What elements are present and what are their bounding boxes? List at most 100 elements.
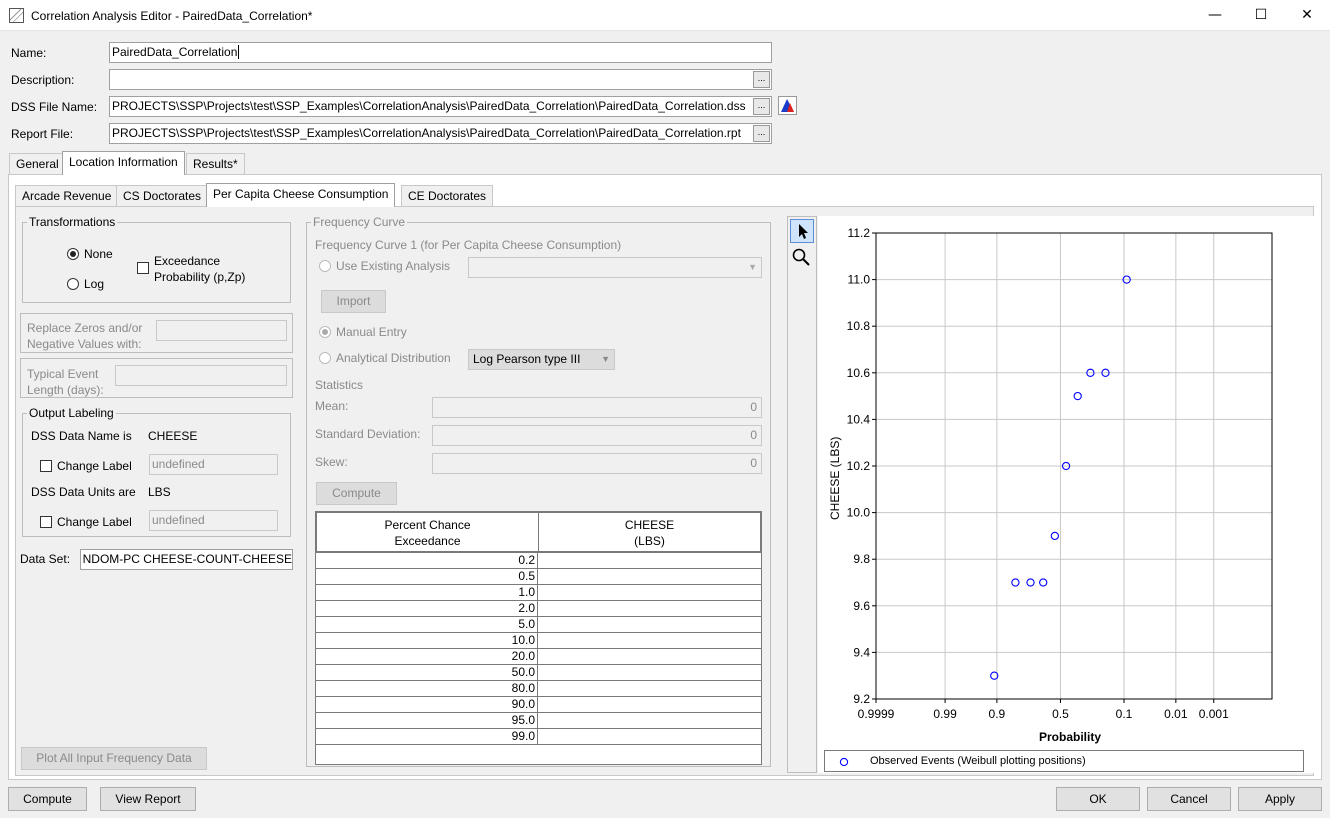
y-tick-label: 10.2 [847,459,871,473]
change-name-input[interactable]: undefined [149,454,278,475]
table-row[interactable]: 1.0 [316,585,761,601]
table-row[interactable]: 2.0 [316,601,761,617]
import-button[interactable]: Import [321,290,386,313]
table-row[interactable]: 20.0 [316,649,761,665]
exceedance-cell[interactable]: 80.0 [316,681,538,696]
x-tick-label: 0.9 [989,707,1006,721]
pointer-icon [799,224,808,239]
std-label: Standard Deviation: [315,427,421,441]
x-axis-label: Probability [1039,730,1102,744]
change-name-checkbox[interactable] [40,460,52,472]
chart-panel: 9.2 9.4 9.6 9.8 10.0 10.2 10.4 10.6 10.8 11.0 11.2… [818,216,1314,773]
x-tick-label: 0.99 [933,707,957,721]
chart-legend: Observed Events (Weibull plotting positi… [824,750,1304,772]
table-row[interactable]: 10.0 [316,633,761,649]
data-point[interactable] [1026,578,1035,587]
frequency-curve-title: Frequency Curve [311,215,408,229]
legend-marker [839,757,849,767]
ok-button[interactable]: OK [1056,787,1140,811]
exceedance-cell[interactable]: 0.2 [316,553,538,568]
dss-name-value: CHEESE [148,429,198,443]
std-input[interactable]: 0 [432,425,762,446]
legend-label: Observed Events (Weibull plotting positi… [870,755,1086,767]
data-point[interactable] [1039,578,1048,587]
probability-chart[interactable]: 9.2 9.4 9.6 9.8 10.0 10.2 10.4 10.6 10.8 11.0 11.2… [818,216,1314,773]
table-row[interactable]: 50.0 [316,665,761,681]
header-cheese-line2: (LBS) [634,534,665,548]
table-row[interactable]: 5.0 [316,617,761,633]
compute-button[interactable]: Compute [8,787,87,811]
table-header-exceedance: Percent Chance Exceedance [316,512,539,552]
y-tick-label: 10.6 [847,366,871,380]
exceedance-cell[interactable]: 90.0 [316,697,538,712]
header-exceedance-line2: Exceedance [394,534,461,548]
exceedance-cell[interactable]: 10.0 [316,633,538,648]
table-row[interactable]: 95.0 [316,713,761,729]
data-set-label: Data Set: [20,552,71,566]
exceedance-cell[interactable]: 1.0 [316,585,538,600]
data-set-field[interactable]: NDOM-PC CHEESE-COUNT-CHEESE [80,549,293,570]
skew-label: Skew: [315,455,348,469]
apply-button[interactable]: Apply [1238,787,1322,811]
table-row[interactable]: 90.0 [316,697,761,713]
data-point[interactable] [1073,391,1082,401]
skew-input[interactable]: 0 [432,453,762,474]
data-point[interactable] [1050,531,1060,541]
change-units-checkbox[interactable] [40,516,52,528]
change-units-label: Change Label [57,515,132,529]
mean-label: Mean: [315,399,349,413]
mean-input[interactable]: 0 [432,397,762,418]
transform-none-radio[interactable] [67,248,79,260]
output-labeling-title: Output Labeling [27,406,116,420]
exceedance-cell[interactable]: 0.5 [316,569,538,584]
frequency-curve-subtitle: Frequency Curve 1 (for Per Capita Cheese… [315,238,622,252]
y-tick-label: 9.4 [853,645,870,659]
data-point[interactable] [1011,578,1020,587]
y-axis-label: CHEESE (LBS) [828,436,842,520]
dss-units-label: DSS Data Units are [31,485,136,499]
distribution-select[interactable]: Log Pearson type III ▼ [468,349,615,370]
pointer-tool-button[interactable] [790,219,814,243]
chevron-down-icon: ▼ [601,354,610,364]
use-existing-radio[interactable] [319,260,331,272]
analytical-radio[interactable] [319,352,331,364]
exceedance-cell[interactable]: 5.0 [316,617,538,632]
dss-units-value: LBS [148,485,171,499]
exceedance-label: Exceedance [154,254,221,268]
exceedance-cell[interactable]: 2.0 [316,601,538,616]
x-tick-label: 0.01 [1164,707,1188,721]
change-units-input[interactable]: undefined [149,510,278,531]
replace-zeros-label: Replace Zeros and/or [27,321,143,335]
x-tick-label: 0.5 [1052,707,1069,721]
event-length-label: Typical Event [27,367,99,381]
cancel-button[interactable]: Cancel [1147,787,1231,811]
table-row[interactable]: 80.0 [316,681,761,697]
transform-none-label: None [84,247,113,261]
manual-entry-radio[interactable] [319,326,331,338]
table-row[interactable]: 0.5 [316,569,761,585]
table-row[interactable]: 0.2 [316,553,761,569]
view-report-button[interactable]: View Report [100,787,196,811]
header-exceedance-line1: Percent Chance [384,518,471,532]
event-length-input[interactable] [115,365,287,386]
exceedance-cell[interactable]: 50.0 [316,665,538,680]
replace-zeros-input[interactable] [156,320,287,341]
exceedance-cell[interactable]: 99.0 [316,729,538,744]
exceedance-cell[interactable]: 95.0 [316,713,538,728]
transform-log-radio[interactable] [67,278,79,290]
exceedance-checkbox[interactable] [137,262,149,274]
y-tick-label: 11.2 [848,226,871,240]
plot-all-button[interactable]: Plot All Input Frequency Data [21,747,207,770]
existing-analysis-select[interactable]: ▼ [468,257,762,278]
y-tick-label: 10.0 [847,506,871,520]
exceedance-cell[interactable]: 20.0 [316,649,538,664]
analytical-label: Analytical Distribution [336,351,451,365]
y-tick-label: 9.8 [853,552,870,566]
compute-stats-button[interactable]: Compute [316,482,397,505]
table-row[interactable]: 99.0 [316,729,761,745]
event-length-label-2: Length (days): [27,383,104,397]
zoom-tool-button[interactable] [790,246,814,270]
chart-toolbar [787,216,817,773]
distribution-value: Log Pearson type III [473,352,581,366]
x-tick-label: 0.001 [1199,707,1229,721]
